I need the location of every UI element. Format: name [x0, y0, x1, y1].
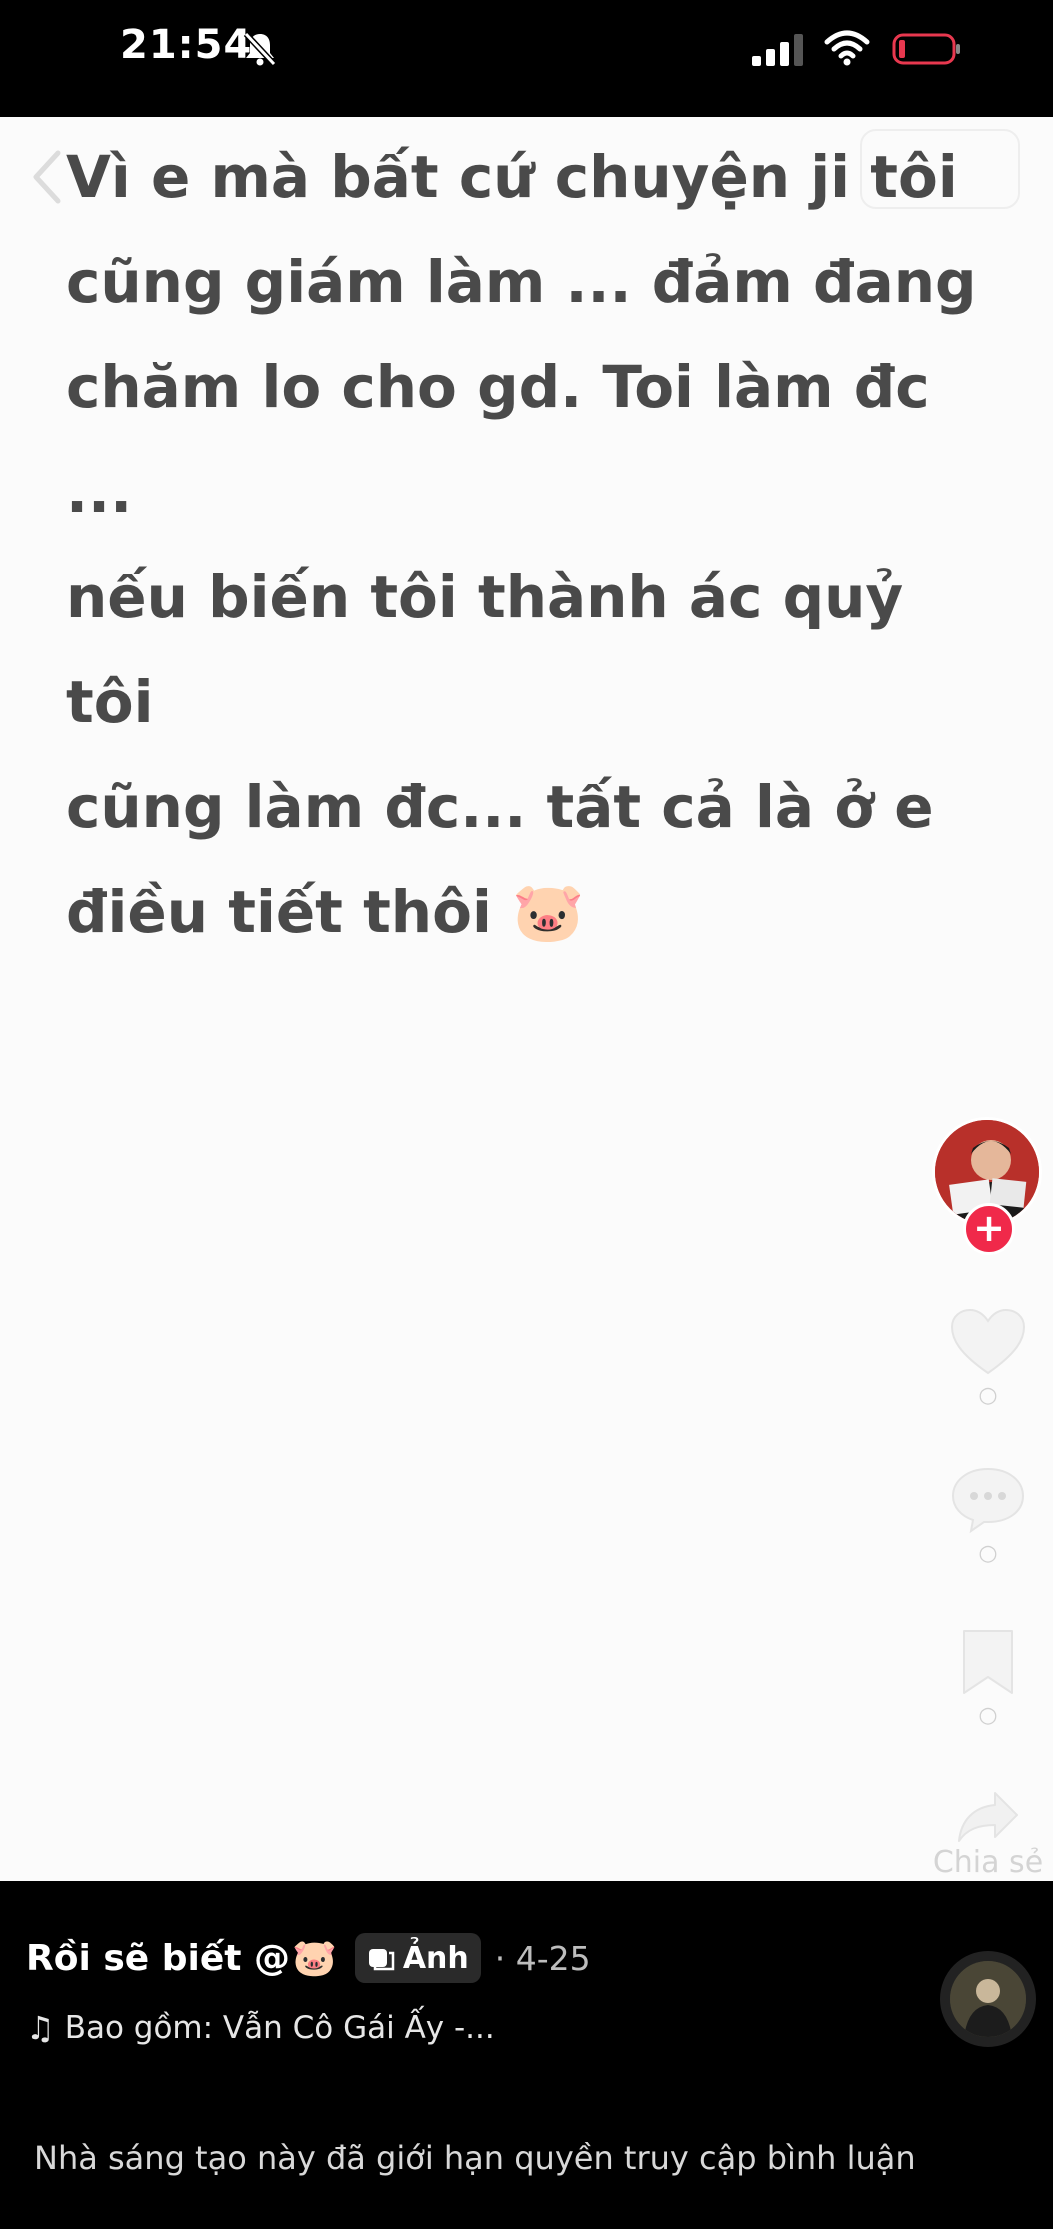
creator-avatar-group[interactable]: +: [932, 1117, 1042, 1257]
comments-restricted-notice: Nhà sáng tạo này đã giới hạn quyền truy …: [34, 2139, 916, 2177]
post-date: · 4-25: [494, 1938, 591, 1978]
bell-slash-icon: [243, 31, 277, 67]
post-text: Vì e mà bất cứ chuyện ji tôi cũng giám l…: [66, 125, 1006, 965]
bookmark-count-icon: ○: [978, 1703, 998, 1728]
post-text-body: Vì e mà bất cứ chuyện ji tôi cũng giám l…: [66, 143, 977, 946]
status-time: 21:54: [120, 22, 253, 68]
share-icon: [958, 1792, 1018, 1842]
bookmark-button[interactable]: ○: [940, 1627, 1036, 1728]
music-row[interactable]: ♫ Bao gồm: Vẫn Cô Gái Ấy -...: [26, 2009, 495, 2047]
cellular-signal-icon: [752, 34, 803, 66]
like-button[interactable]: ○: [940, 1307, 1036, 1408]
battery-icon: [892, 33, 960, 65]
wifi-icon: [824, 30, 870, 66]
back-chevron-icon[interactable]: [30, 147, 64, 207]
heart-icon: [950, 1308, 1026, 1375]
share-label: Chia sẻ: [932, 1845, 1044, 1880]
music-title: Bao gồm: Vẫn Cô Gái Ấy -...: [64, 2010, 495, 2046]
status-bar: 21:54: [0, 0, 1053, 117]
like-count-icon: ○: [978, 1383, 998, 1408]
comment-icon: [951, 1467, 1025, 1534]
caption[interactable]: Rồi sẽ biết @ 🐷 Ảnh · 4-25: [26, 1933, 591, 1983]
bookmark-icon: [963, 1630, 1013, 1694]
music-disc[interactable]: [940, 1951, 1036, 2047]
post-info-bar: Rồi sẽ biết @ 🐷 Ảnh · 4-25 ♫ Bao gồm: Vẫ…: [0, 1881, 1053, 2229]
pig-emoji: 🐷: [512, 878, 585, 946]
music-disc-art-icon: [950, 1961, 1026, 2037]
comment-button[interactable]: ○: [940, 1465, 1036, 1566]
pig-emoji: 🐷: [291, 1938, 337, 1979]
share-button[interactable]: Chia sẻ: [928, 1789, 1048, 1880]
photo-stack-icon: [368, 1949, 395, 1971]
photo-badge-label: Ảnh: [402, 1940, 469, 1976]
post-image[interactable]: Vì e mà bất cứ chuyện ji tôi cũng giám l…: [0, 117, 1053, 1881]
follow-button[interactable]: +: [963, 1203, 1015, 1255]
photo-badge: Ảnh: [354, 1933, 481, 1983]
music-note-icon: ♫: [26, 2009, 55, 2047]
caption-text: Rồi sẽ biết @: [26, 1937, 290, 1979]
comment-count-icon: ○: [978, 1541, 998, 1566]
